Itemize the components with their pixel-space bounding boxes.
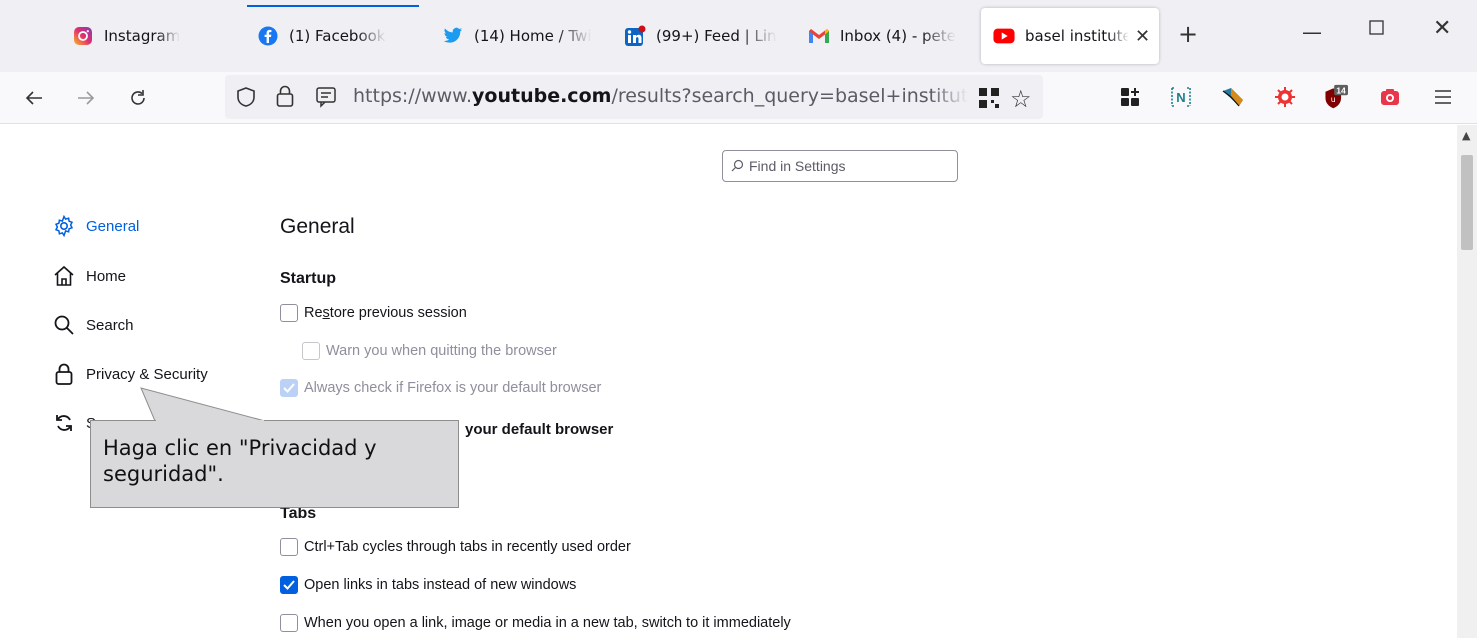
callout-pointer: [140, 387, 266, 422]
instruction-callout: Haga clic en "Privacidad y seguridad".: [90, 420, 459, 508]
